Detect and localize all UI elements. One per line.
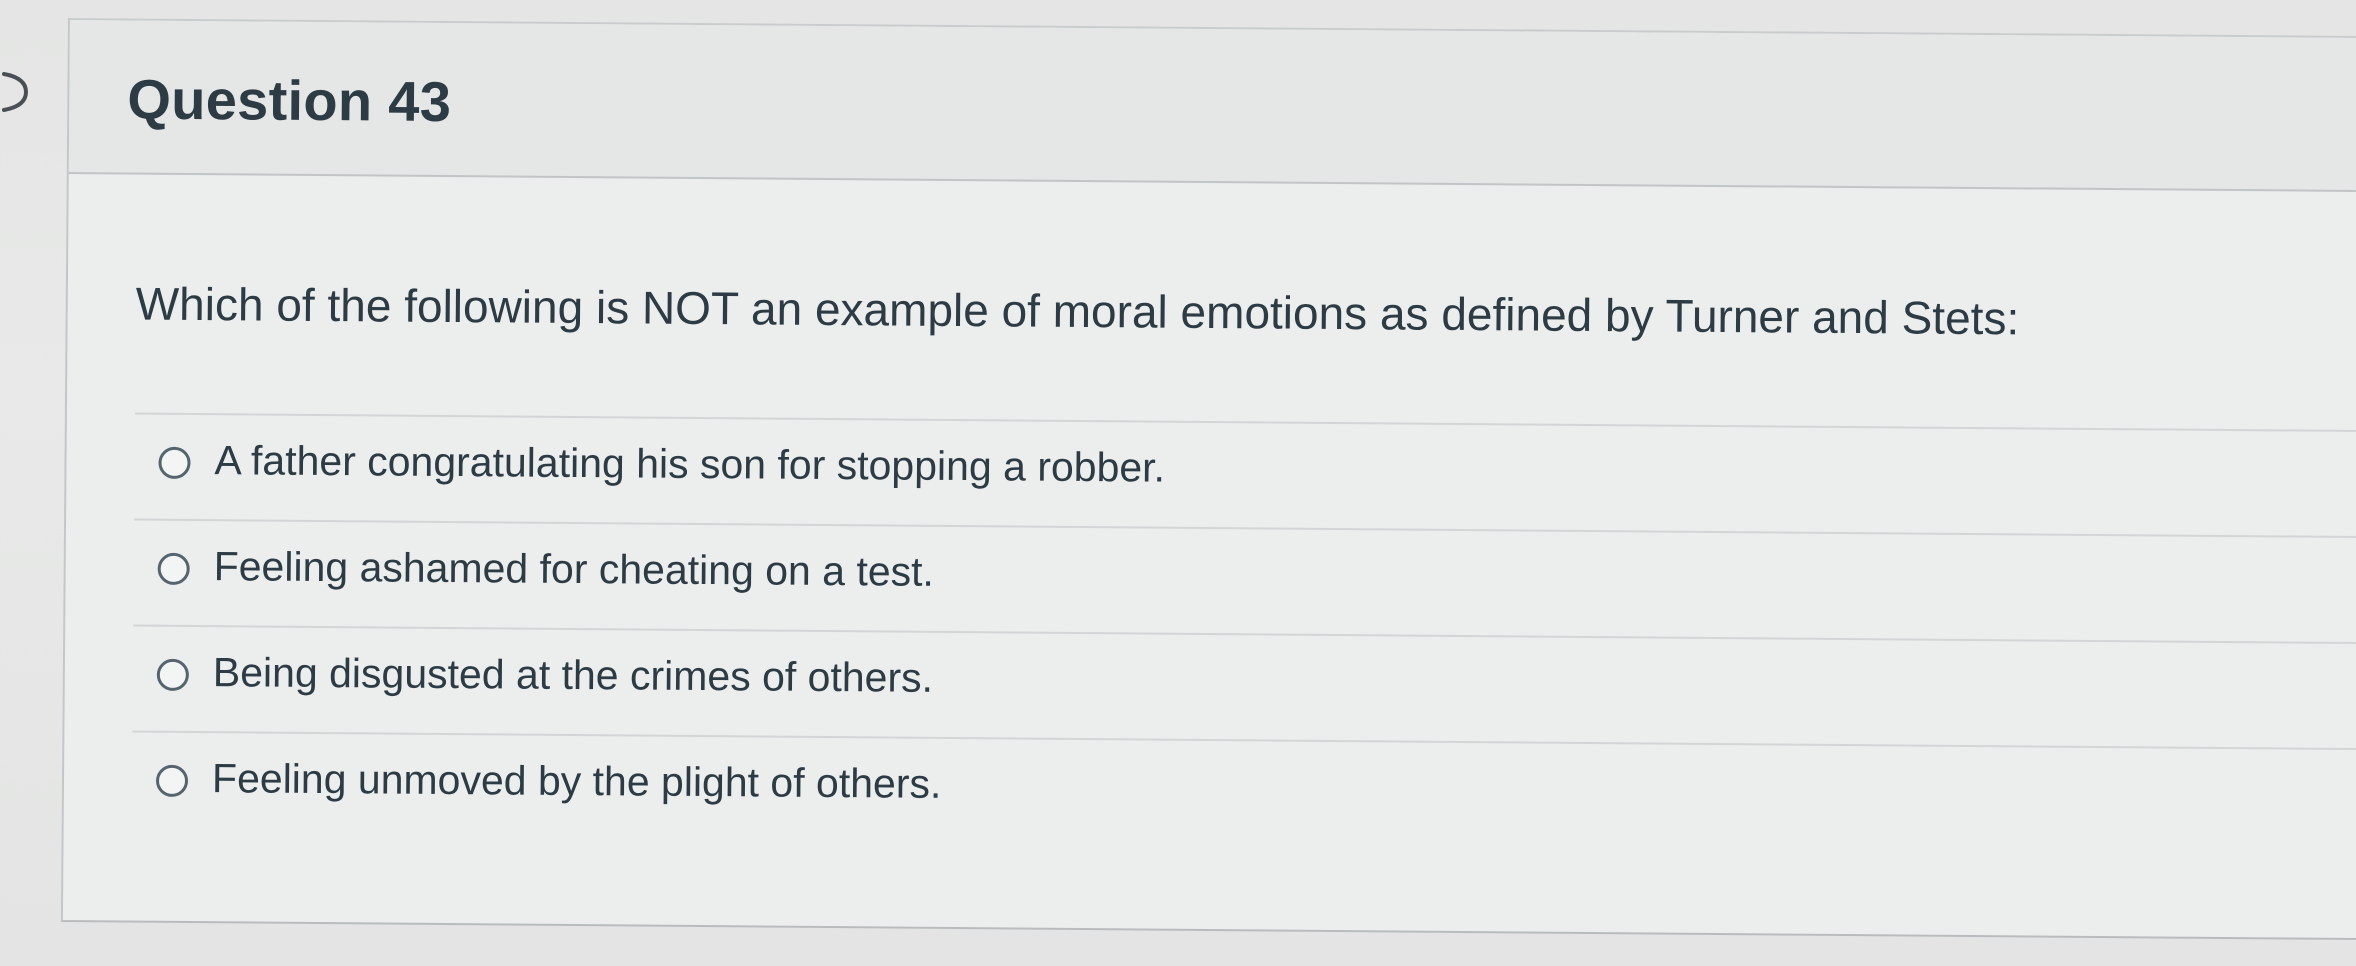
radio-button-icon[interactable] [156, 658, 189, 691]
radio-button-icon[interactable] [155, 764, 189, 797]
answer-option[interactable]: Being disgusted at the crimes of others. [132, 626, 2356, 751]
answer-option[interactable]: A father congratulating his son for stop… [134, 414, 2356, 539]
radio-button-icon[interactable] [157, 552, 190, 585]
answer-label[interactable]: Feeling ashamed for cheating on a test. [214, 543, 935, 596]
question-card: Question 43 Which of the following is NO… [60, 18, 2356, 941]
radio-button-icon[interactable] [158, 446, 191, 479]
answer-option[interactable]: Feeling ashamed for cheating on a test. [133, 520, 2356, 645]
question-header: Question 43 [68, 20, 2356, 193]
question-text: Which of the following is NOT an example… [135, 277, 2020, 345]
answer-label[interactable]: A father congratulating his son for stop… [214, 437, 1165, 491]
chevron-right-icon[interactable] [0, 60, 40, 120]
answer-list: A father congratulating his son for stop… [131, 412, 2356, 855]
answer-label[interactable]: Feeling unmoved by the plight of others. [212, 755, 942, 808]
answer-option[interactable]: Feeling unmoved by the plight of others. [132, 733, 2356, 855]
question-title: Question 43 [127, 67, 452, 134]
answer-label[interactable]: Being disgusted at the crimes of others. [213, 649, 934, 702]
